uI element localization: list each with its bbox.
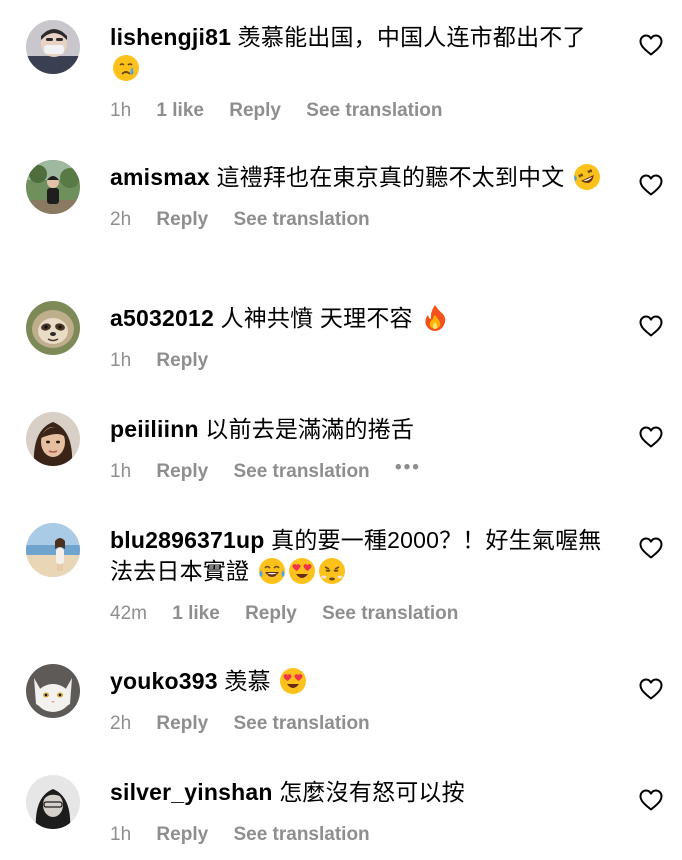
reply-button[interactable]: Reply xyxy=(156,823,208,847)
comment-text: 人神共憤 天理不容 xyxy=(220,305,413,331)
avatar-white-cat-image xyxy=(26,664,80,718)
comment-time: 1h xyxy=(110,350,132,371)
comment-meta: 2h Reply See translation xyxy=(110,712,610,736)
comment-text: 這禮拜也在東京真的聽不太到中文 xyxy=(216,164,565,190)
avatar-woman-portrait-image xyxy=(26,412,80,466)
comment-text: 羡慕 xyxy=(224,668,271,694)
comment-text: 羡慕能出国，中国人连市都出不了 xyxy=(237,24,586,50)
comment-time: 42m xyxy=(110,603,147,624)
avatar[interactable] xyxy=(26,523,80,577)
comment-username[interactable]: blu2896371up xyxy=(110,527,265,553)
avatar[interactable] xyxy=(26,412,80,466)
comment-meta: 1h Reply xyxy=(110,349,610,373)
reply-button[interactable]: Reply xyxy=(245,602,297,626)
avatar[interactable] xyxy=(26,301,80,355)
avatar[interactable] xyxy=(26,775,80,829)
reply-button[interactable]: Reply xyxy=(156,712,208,736)
steam-nose-face-emoji xyxy=(318,557,346,585)
heart-icon[interactable] xyxy=(639,678,663,700)
comment-username[interactable]: silver_yinshan xyxy=(110,779,273,805)
comment-time: 1h xyxy=(110,824,132,845)
reply-button[interactable]: Reply xyxy=(156,460,208,484)
comment-username[interactable]: a5032012 xyxy=(110,305,214,331)
avatar[interactable] xyxy=(26,20,80,74)
avatar-dark-hair-person-image xyxy=(26,775,80,829)
fire-emoji xyxy=(421,304,449,332)
rolling-laughing-face-emoji xyxy=(573,163,601,191)
comment-meta: 1h Reply See translation xyxy=(110,823,610,847)
comment-time: 1h xyxy=(110,100,132,121)
heart-icon[interactable] xyxy=(639,537,663,559)
comment-username[interactable]: amismax xyxy=(110,164,210,190)
see-translation-button[interactable]: See translation xyxy=(233,712,369,736)
comment-time: 1h xyxy=(110,461,132,482)
see-translation-button[interactable]: See translation xyxy=(306,99,442,123)
heart-icon[interactable] xyxy=(639,174,663,196)
see-translation-button[interactable]: See translation xyxy=(233,823,369,847)
avatar[interactable] xyxy=(26,664,80,718)
more-options-icon[interactable]: ••• xyxy=(395,456,421,480)
comment-meta: 42m 1 like Reply See translation xyxy=(110,602,610,626)
comment-time: 2h xyxy=(110,209,132,230)
comment-meta: 1h Reply See translation ••• xyxy=(110,457,610,484)
heart-eyes-face-emoji xyxy=(288,557,316,585)
heart-eyes-face-emoji xyxy=(279,667,307,695)
likes-count-link[interactable]: 1 like xyxy=(172,602,220,626)
comment-username[interactable]: youko393 xyxy=(110,668,218,694)
avatar[interactable] xyxy=(26,160,80,214)
avatar-masked-person-image xyxy=(26,20,80,74)
likes-count-link[interactable]: 1 like xyxy=(156,99,204,123)
comment-text: 怎麼沒有怒可以按 xyxy=(279,779,465,805)
comment-meta: 1h 1 like Reply See translation xyxy=(110,99,610,123)
see-translation-button[interactable]: See translation xyxy=(233,208,369,232)
reply-button[interactable]: Reply xyxy=(229,99,281,123)
comment-time: 2h xyxy=(110,713,132,734)
comment-text: 以前去是滿滿的捲舌 xyxy=(205,416,415,442)
see-translation-button[interactable]: See translation xyxy=(233,460,369,484)
comment-username[interactable]: lishengji81 xyxy=(110,24,231,50)
crying-face-emoji xyxy=(112,54,140,82)
comment-username[interactable]: peiiliinn xyxy=(110,416,199,442)
heart-icon[interactable] xyxy=(639,789,663,811)
tears-of-joy-face-emoji xyxy=(258,557,286,585)
reply-button[interactable]: Reply xyxy=(156,208,208,232)
avatar-person-outdoors-image xyxy=(26,160,80,214)
heart-icon[interactable] xyxy=(639,34,663,56)
heart-icon[interactable] xyxy=(639,426,663,448)
reply-button[interactable]: Reply xyxy=(156,349,208,373)
avatar-sloth-image xyxy=(26,301,80,355)
see-translation-button[interactable]: See translation xyxy=(322,602,458,626)
comment-meta: 2h Reply See translation xyxy=(110,208,610,232)
heart-icon[interactable] xyxy=(639,315,663,337)
avatar-beach-person-image xyxy=(26,523,80,577)
